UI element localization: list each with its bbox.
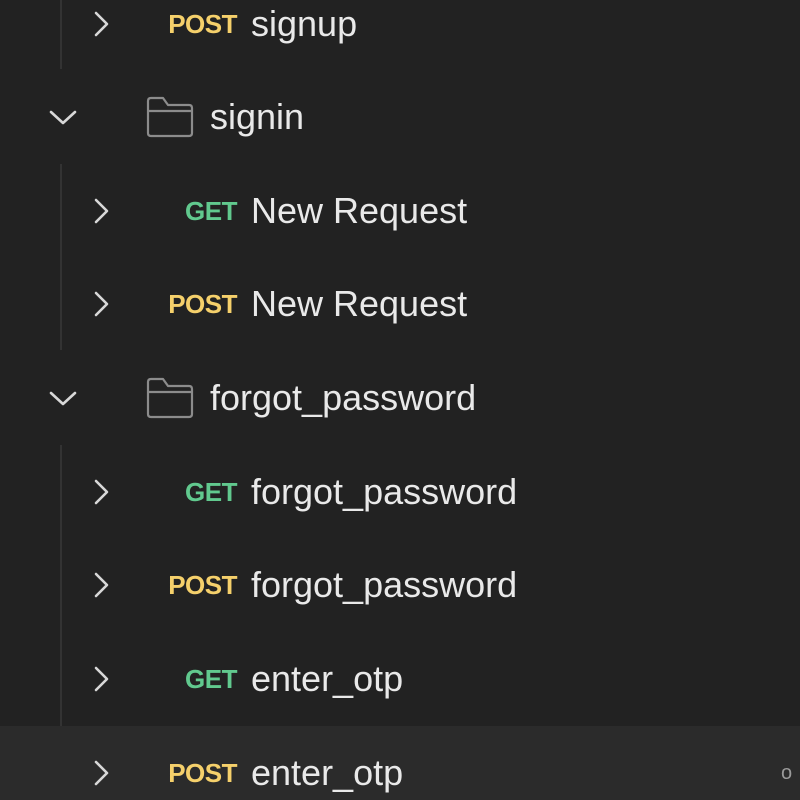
request-item-post-signup[interactable]: POST signup <box>0 0 800 70</box>
chevron-right-icon[interactable] <box>91 478 113 506</box>
folder-item-forgot-password[interactable]: forgot_password <box>0 351 800 444</box>
method-badge-get: GET <box>185 195 237 226</box>
folder-icon <box>146 376 194 420</box>
folder-item-signin[interactable]: signin <box>0 70 800 163</box>
request-name: signup <box>251 2 358 44</box>
request-item-post-enter-otp[interactable]: POST enter_otp o <box>0 726 800 800</box>
folder-icon <box>146 95 194 139</box>
request-name: enter_otp <box>251 751 404 793</box>
request-name: New Request <box>251 189 468 231</box>
method-badge-post: POST <box>168 569 237 600</box>
request-name: enter_otp <box>251 657 404 699</box>
request-name: New Request <box>251 282 468 324</box>
request-name: forgot_password <box>251 470 518 512</box>
method-badge-post: POST <box>168 757 237 788</box>
collection-tree: POST signup signin GET New Request POST … <box>0 0 800 800</box>
chevron-right-icon[interactable] <box>91 665 113 693</box>
chevron-right-icon[interactable] <box>91 197 113 225</box>
request-name: forgot_password <box>251 563 518 605</box>
request-item-post-new-request[interactable]: POST New Request <box>0 257 800 350</box>
chevron-right-icon[interactable] <box>91 759 113 787</box>
method-badge-post: POST <box>168 288 237 319</box>
chevron-down-icon[interactable] <box>48 388 78 408</box>
chevron-right-icon[interactable] <box>91 571 113 599</box>
request-item-get-enter-otp[interactable]: GET enter_otp <box>0 632 800 725</box>
chevron-right-icon[interactable] <box>91 290 113 318</box>
folder-name: signin <box>210 95 305 137</box>
more-options-icon[interactable]: o <box>781 763 792 783</box>
method-badge-get: GET <box>185 476 237 507</box>
request-item-get-forgot-password[interactable]: GET forgot_password <box>0 445 800 538</box>
chevron-down-icon[interactable] <box>48 107 78 127</box>
chevron-right-icon[interactable] <box>91 10 113 38</box>
method-badge-post: POST <box>168 8 237 39</box>
request-item-get-new-request[interactable]: GET New Request <box>0 164 800 257</box>
request-item-post-forgot-password[interactable]: POST forgot_password <box>0 538 800 631</box>
folder-name: forgot_password <box>210 376 477 418</box>
method-badge-get: GET <box>185 663 237 694</box>
